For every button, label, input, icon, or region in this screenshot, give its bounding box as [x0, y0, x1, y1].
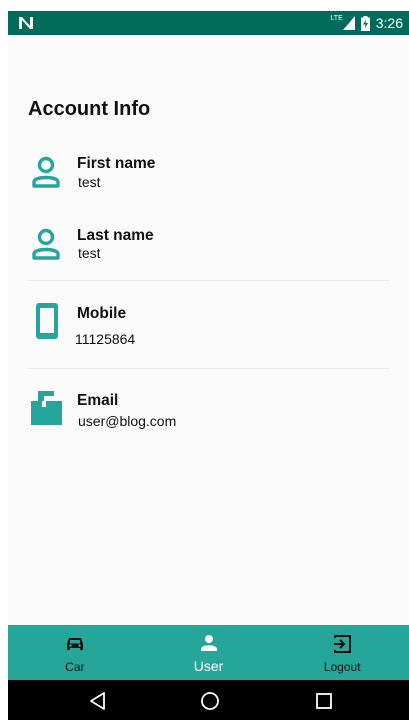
last-name-label: Last name: [77, 227, 154, 244]
first-name-row: First name test: [8, 151, 409, 201]
first-name-value: test: [78, 174, 101, 190]
divider: [28, 280, 389, 281]
mobile-value: 11125864: [75, 331, 136, 347]
email-label: Email: [77, 392, 119, 409]
person-icon: [32, 228, 60, 260]
mobile-label: Mobile: [77, 305, 127, 322]
smartphone-icon: [36, 303, 58, 339]
clock: 3:26: [375, 15, 403, 31]
nav-item-user[interactable]: User: [142, 625, 276, 680]
last-name-row: Last name test: [8, 223, 409, 273]
system-navigation-bar: [8, 680, 409, 720]
logout-icon: [334, 635, 352, 653]
page-title: Account Info: [28, 98, 151, 120]
nav-label-logout: Logout: [323, 660, 361, 674]
home-icon[interactable]: [199, 690, 221, 712]
nav-label-user: User: [193, 658, 224, 674]
person-icon: [32, 156, 60, 188]
status-bar: LTE 3:26: [8, 11, 409, 35]
notification-n-icon: [19, 17, 33, 29]
signal-icon: [342, 16, 355, 30]
divider: [28, 368, 389, 369]
last-name-value: test: [78, 245, 101, 261]
network-type-label: LTE: [330, 14, 343, 22]
mobile-row: Mobile 11125864: [8, 301, 409, 353]
bottom-navigation: Car User Logout: [8, 625, 409, 680]
user-icon: [200, 635, 217, 651]
nav-item-logout[interactable]: Logout: [275, 625, 409, 680]
back-icon[interactable]: [87, 690, 109, 712]
mailbox-icon: [31, 391, 62, 425]
app-screen: LTE 3:26 Account Info First name test La…: [8, 11, 409, 720]
email-value: user@blog.com: [78, 413, 177, 429]
nav-label-car: Car: [65, 660, 85, 674]
car-icon: [66, 638, 83, 650]
nav-item-car[interactable]: Car: [8, 625, 142, 680]
first-name-label: First name: [77, 155, 156, 172]
battery-charging-icon: [360, 15, 370, 31]
recents-icon[interactable]: [313, 690, 335, 712]
email-row: Email user@blog.com: [8, 387, 409, 439]
